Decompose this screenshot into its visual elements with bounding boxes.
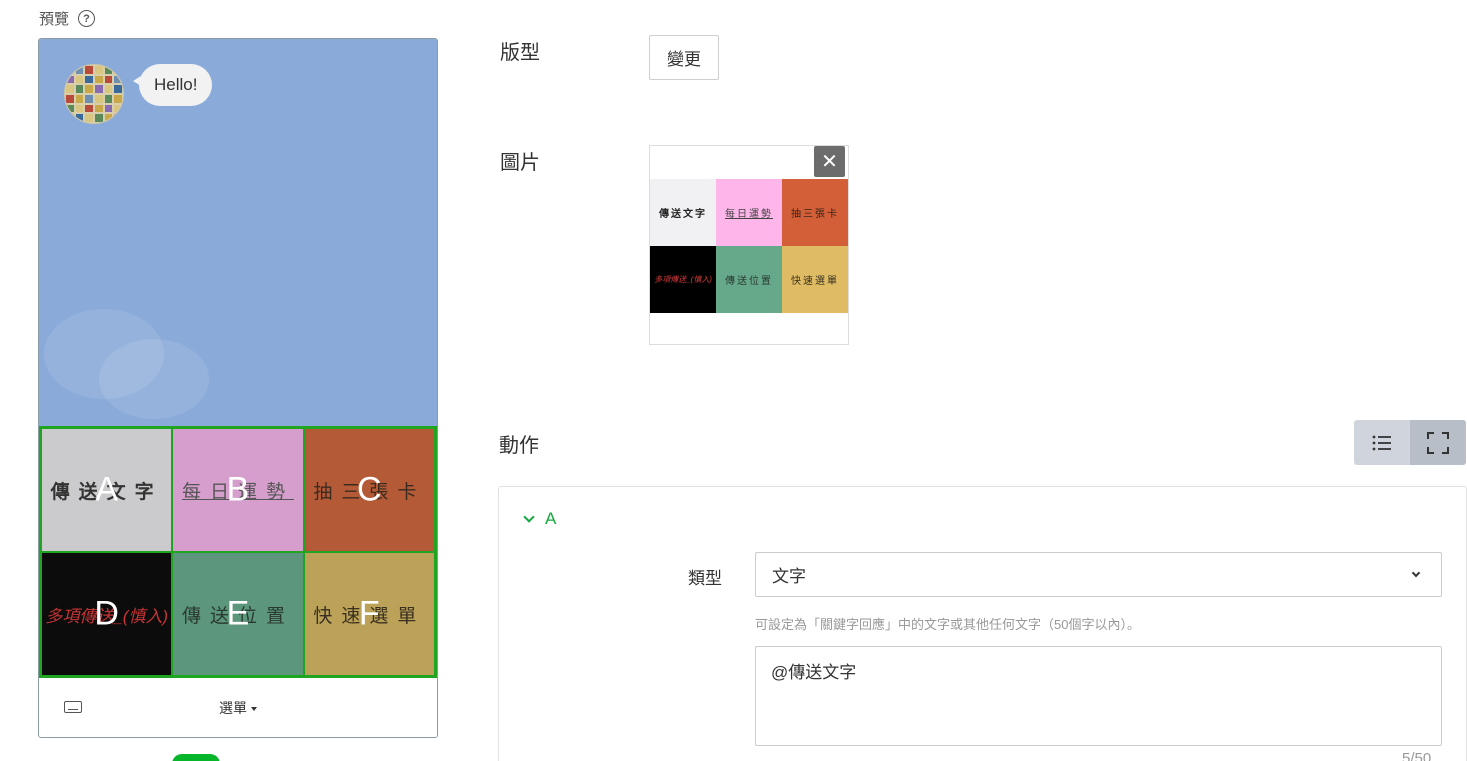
chevron-down-icon — [1411, 568, 1421, 578]
chevron-down-icon — [523, 511, 535, 523]
thumbnail-cell: 快速選單 — [782, 246, 848, 313]
thumbnail-cell: 傳送位置 — [716, 246, 782, 313]
rich-menu-cell[interactable]: 傳送文字 A — [41, 428, 173, 552]
image-label: 圖片 — [500, 152, 540, 174]
message-text: Hello! — [154, 75, 198, 94]
thumbnail-cell: 抽三張卡 — [782, 179, 848, 246]
change-layout-button[interactable]: 變更 — [649, 35, 719, 80]
list-icon — [1372, 435, 1391, 450]
action-label: 動作 — [499, 435, 539, 457]
rich-menu-cell[interactable]: 傳送位置 E — [172, 552, 304, 676]
chat-area: Hello! — [39, 39, 437, 426]
rich-menu-cell-text: 抽三張卡 — [313, 481, 426, 503]
thumbnail-cell: 多項傳送_(慎入) — [650, 246, 716, 313]
accordion-title: A — [545, 509, 557, 528]
rich-menu-cell-text: 傳送位置 — [181, 605, 294, 627]
char-counter: 5/50 — [1402, 750, 1432, 761]
rich-menu-cell[interactable]: 抽三張卡 C — [303, 428, 435, 552]
close-icon: ✕ — [821, 151, 838, 173]
rich-menu-cell[interactable]: 多項傳送_(慎入) D — [41, 552, 173, 676]
rich-menu-toggle[interactable]: 選單 — [39, 698, 437, 718]
expand-icon — [1427, 431, 1449, 454]
accordion-header-a[interactable]: A — [523, 509, 557, 529]
avatar — [64, 64, 124, 124]
action-text-input[interactable]: @傳送文字 — [755, 646, 1442, 746]
phone-footer: 選單 — [39, 678, 437, 737]
rich-menu-cell[interactable]: 每日運勢 B — [172, 428, 304, 552]
type-label: 類型 — [688, 569, 722, 588]
caret-down-icon — [251, 707, 257, 712]
rich-menu-cell-text: 快速選單 — [313, 605, 426, 627]
type-select-value: 文字 — [772, 567, 806, 586]
rich-menu-cell-text: 多項傳送_(慎入) — [45, 606, 169, 626]
list-view-button[interactable] — [1354, 420, 1410, 465]
expand-view-button[interactable] — [1410, 420, 1466, 465]
text-hint: 可設定為「關鍵字回應」中的文字或其他任何文字（50個字以內）。 — [755, 617, 1140, 632]
toggle-switch[interactable] — [172, 754, 220, 761]
rich-menu-cell[interactable]: 快速選單 F — [303, 552, 435, 676]
menu-label: 選單 — [219, 700, 247, 716]
help-icon[interactable]: ? — [78, 10, 96, 27]
thumbnail-grid: 傳送文字 每日運勢 抽三張卡 多項傳送_(慎入) 傳送位置 快速選單 — [650, 179, 848, 313]
preview-label: 預覽 — [39, 11, 70, 28]
thumbnail-cell: 傳送文字 — [650, 179, 716, 246]
thumbnail-cell: 每日運勢 — [716, 179, 782, 246]
type-select[interactable]: 文字 — [755, 552, 1442, 597]
preview-header: 預覽 ? — [39, 8, 96, 29]
message-bubble: Hello! — [132, 64, 213, 106]
image-thumbnail: 傳送文字 每日運勢 抽三張卡 多項傳送_(慎入) 傳送位置 快速選單 ✕ — [649, 145, 849, 345]
view-toggle — [1354, 420, 1467, 465]
rich-menu-cell-text: 傳送文字 — [50, 481, 163, 503]
rich-menu-cell-text: 每日運勢 — [181, 481, 294, 503]
remove-image-button[interactable]: ✕ — [814, 146, 845, 177]
rich-menu: 傳送文字 A 每日運勢 B 抽三張卡 C 多項傳送_(慎入) D 傳送位置 E 快速選單 F — [39, 426, 437, 678]
cloud-decoration — [99, 339, 209, 419]
action-panel: A 類型 文字 可設定為「關鍵字回應」中的文字或其他任何文字（50個字以內）。 … — [498, 486, 1467, 761]
layout-label: 版型 — [500, 42, 540, 64]
phone-preview: Hello! 傳送文字 A 每日運勢 B 抽三張卡 C 多項傳送_(慎入) D 傳送位置 E 快速選… — [38, 38, 438, 738]
